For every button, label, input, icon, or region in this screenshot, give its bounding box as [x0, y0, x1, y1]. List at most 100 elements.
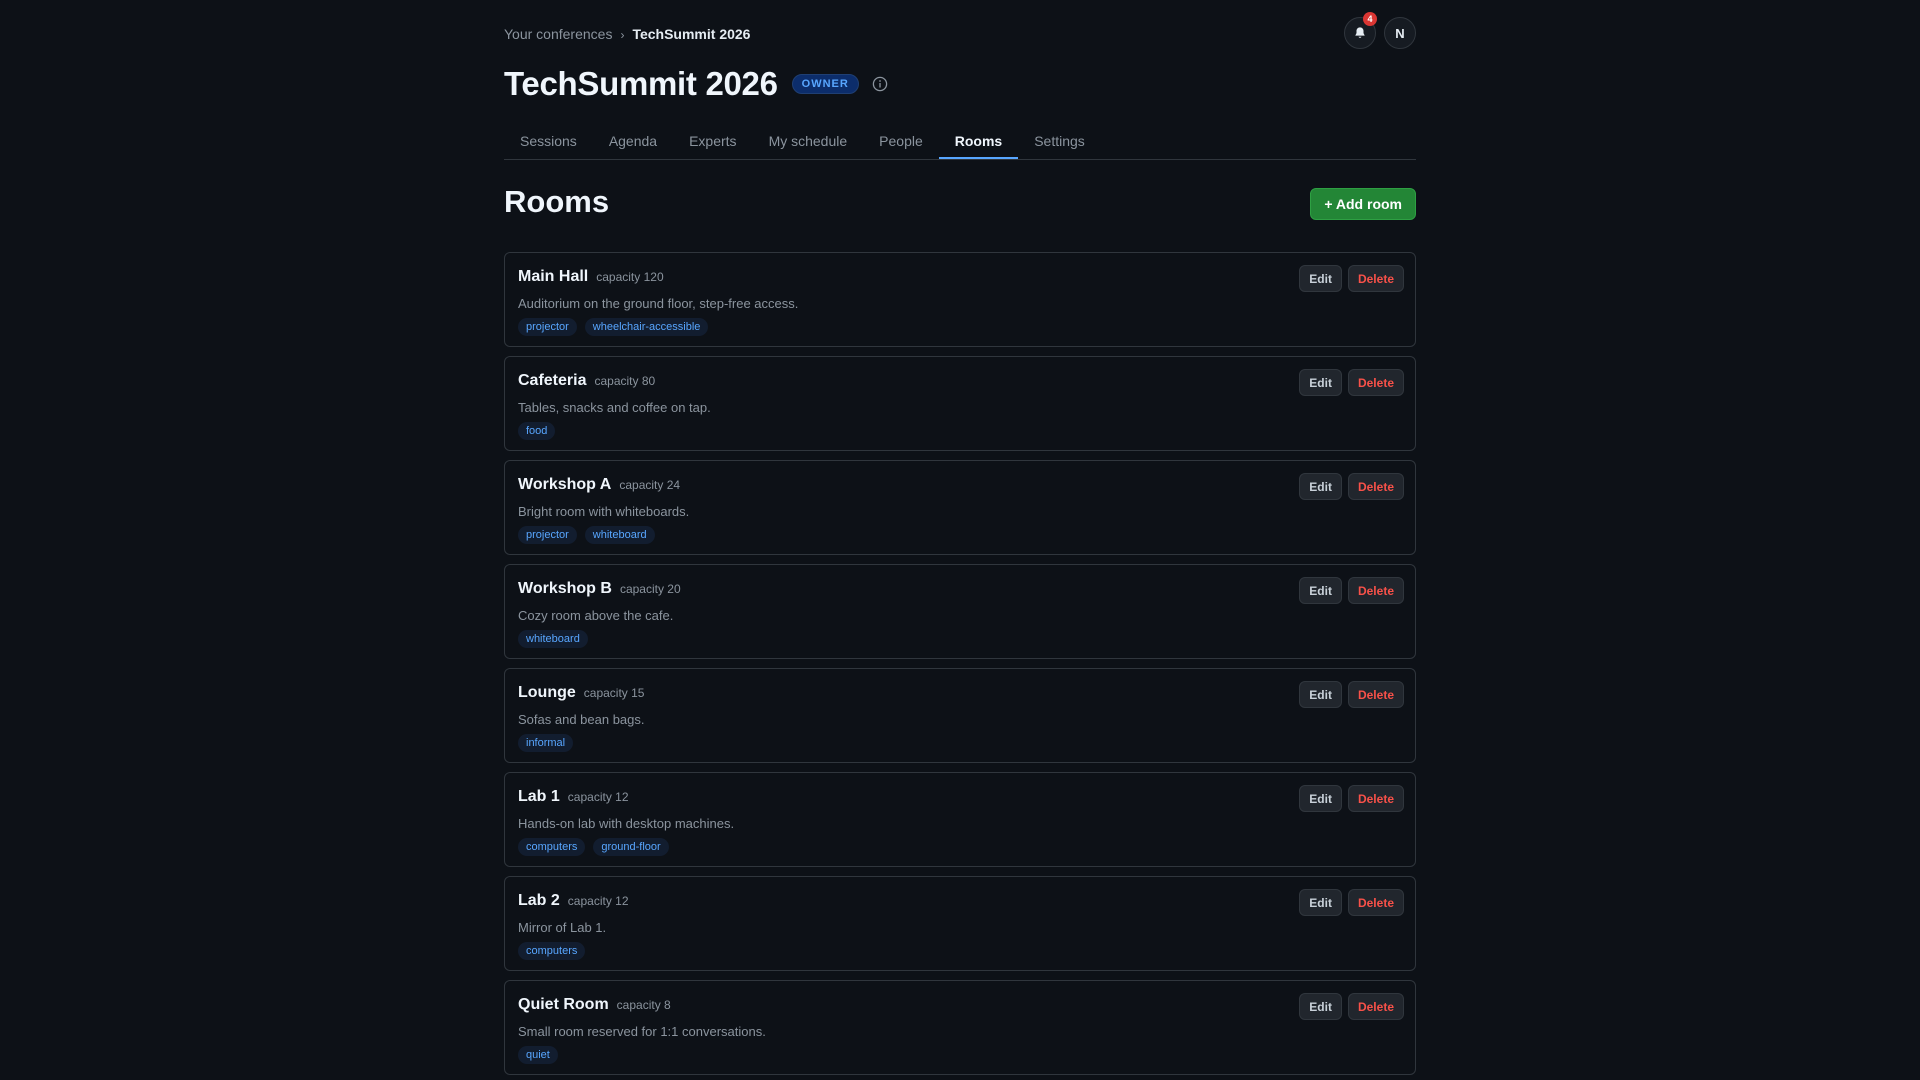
page: Your conferences › TechSummit 2026 4 N Tec…: [0, 0, 1920, 1080]
tab-agenda[interactable]: Agenda: [593, 126, 673, 159]
add-room-button[interactable]: + Add room: [1310, 188, 1416, 220]
edit-room-button[interactable]: Edit: [1299, 993, 1342, 1020]
room-tag: food: [518, 422, 556, 440]
room-card: Cafeteria capacity 80 Tables, snacks and…: [504, 356, 1416, 451]
room-card: Workshop A capacity 24 Bright room with …: [504, 460, 1416, 555]
breadcrumb-your-conferences[interactable]: Your conferences: [504, 26, 612, 42]
breadcrumb: Your conferences › TechSummit 2026: [504, 26, 750, 42]
room-card: Lab 2 capacity 12 Mirror of Lab 1. compu…: [504, 876, 1416, 971]
top-bar: Your conferences › TechSummit 2026 4 N: [504, 12, 1416, 49]
room-name: Lounge: [518, 684, 576, 701]
section-title: Rooms: [504, 184, 610, 219]
notification-count-badge: 4: [1363, 12, 1377, 26]
delete-room-button[interactable]: Delete: [1347, 785, 1404, 812]
room-description: Mirror of Lab 1.: [518, 920, 607, 935]
room-name: Lab 1: [518, 788, 560, 805]
room-capacity: capacity 12: [567, 790, 629, 804]
room-description: Hands-on lab with desktop machines.: [518, 816, 735, 831]
role-badge: OWNER: [791, 74, 859, 94]
room-header: Workshop B capacity 20: [518, 580, 681, 598]
room-capacity: capacity 15: [583, 686, 645, 700]
page-title: TechSummit 2026: [504, 65, 778, 102]
edit-room-button[interactable]: Edit: [1299, 473, 1342, 500]
conference-tabs: Sessions Agenda Experts My schedule Peop…: [504, 126, 1416, 160]
room-capacity: capacity 24: [619, 478, 681, 492]
room-tags: informal: [518, 734, 574, 752]
notifications-button[interactable]: 4: [1344, 12, 1377, 49]
room-capacity: capacity 12: [567, 894, 629, 908]
room-name: Cafeteria: [518, 372, 587, 389]
room-tags: food: [518, 422, 556, 440]
title-row: TechSummit 2026 OWNER: [504, 64, 889, 104]
delete-room-button[interactable]: Delete: [1347, 681, 1404, 708]
room-tag: wheelchair-accessible: [584, 318, 709, 336]
room-card: Workshop B capacity 20 Cozy room above t…: [504, 564, 1416, 659]
room-actions: Edit Delete: [1299, 993, 1404, 1020]
room-tag: computers: [518, 838, 586, 856]
edit-room-button[interactable]: Edit: [1299, 681, 1342, 708]
room-tags: projector wheelchair-accessible: [518, 318, 709, 336]
info-icon[interactable]: [871, 75, 889, 93]
tab-rooms[interactable]: Rooms: [938, 126, 1019, 159]
breadcrumb-separator: ›: [620, 28, 625, 42]
room-description: Tables, snacks and coffee on tap.: [518, 400, 711, 415]
room-name: Main Hall: [518, 268, 589, 285]
edit-room-button[interactable]: Edit: [1299, 785, 1342, 812]
delete-room-button[interactable]: Delete: [1347, 473, 1404, 500]
room-tag: whiteboard: [584, 526, 655, 544]
tab-experts[interactable]: Experts: [673, 126, 752, 159]
room-tag: ground-floor: [593, 838, 669, 856]
room-tag: quiet: [518, 1046, 558, 1064]
room-actions: Edit Delete: [1299, 473, 1404, 500]
edit-room-button[interactable]: Edit: [1299, 265, 1342, 292]
room-actions: Edit Delete: [1299, 681, 1404, 708]
room-header: Lab 2 capacity 12: [518, 892, 629, 910]
room-capacity: capacity 120: [596, 270, 664, 284]
room-card: Lounge capacity 15 Sofas and bean bags. …: [504, 668, 1416, 763]
delete-room-button[interactable]: Delete: [1347, 577, 1404, 604]
room-actions: Edit Delete: [1299, 889, 1404, 916]
room-tag: whiteboard: [518, 630, 588, 648]
room-actions: Edit Delete: [1299, 265, 1404, 292]
delete-room-button[interactable]: Delete: [1347, 265, 1404, 292]
delete-room-button[interactable]: Delete: [1347, 369, 1404, 396]
room-name: Workshop B: [518, 580, 612, 597]
room-card: Lab 1 capacity 12 Hands-on lab with desk…: [504, 772, 1416, 867]
room-tags: projector whiteboard: [518, 526, 655, 544]
room-tags: quiet: [518, 1046, 558, 1064]
room-header: Cafeteria capacity 80: [518, 372, 655, 390]
room-header: Quiet Room capacity 8: [518, 996, 671, 1014]
room-header: Main Hall capacity 120: [518, 268, 664, 286]
edit-room-button[interactable]: Edit: [1299, 889, 1342, 916]
room-tag: computers: [518, 942, 586, 960]
room-list: Main Hall capacity 120 Auditorium on the…: [504, 252, 1416, 1080]
room-name: Quiet Room: [518, 996, 609, 1013]
room-tags: whiteboard: [518, 630, 588, 648]
room-actions: Edit Delete: [1299, 577, 1404, 604]
edit-room-button[interactable]: Edit: [1299, 577, 1342, 604]
room-description: Auditorium on the ground floor, step-fre…: [518, 296, 799, 311]
tab-my-schedule[interactable]: My schedule: [753, 126, 864, 159]
tab-sessions[interactable]: Sessions: [504, 126, 593, 159]
room-tags: computers ground-floor: [518, 838, 669, 856]
top-actions: 4 N: [1344, 12, 1416, 49]
user-avatar-button[interactable]: N: [1384, 17, 1416, 49]
delete-room-button[interactable]: Delete: [1347, 889, 1404, 916]
room-description: Small room reserved for 1:1 conversation…: [518, 1024, 766, 1039]
room-description: Sofas and bean bags.: [518, 712, 645, 727]
room-card: Main Hall capacity 120 Auditorium on the…: [504, 252, 1416, 347]
tab-people[interactable]: People: [863, 126, 939, 159]
room-tags: computers: [518, 942, 586, 960]
room-description: Cozy room above the cafe.: [518, 608, 674, 623]
room-actions: Edit Delete: [1299, 369, 1404, 396]
room-header: Lab 1 capacity 12: [518, 788, 629, 806]
tab-settings[interactable]: Settings: [1018, 126, 1101, 159]
room-card: Quiet Room capacity 8 Small room reserve…: [504, 980, 1416, 1075]
room-name: Workshop A: [518, 476, 612, 493]
delete-room-button[interactable]: Delete: [1347, 993, 1404, 1020]
room-capacity: capacity 8: [616, 998, 671, 1012]
breadcrumb-current: TechSummit 2026: [632, 26, 751, 42]
room-name: Lab 2: [518, 892, 560, 909]
bell-icon: [1355, 27, 1365, 38]
edit-room-button[interactable]: Edit: [1299, 369, 1342, 396]
